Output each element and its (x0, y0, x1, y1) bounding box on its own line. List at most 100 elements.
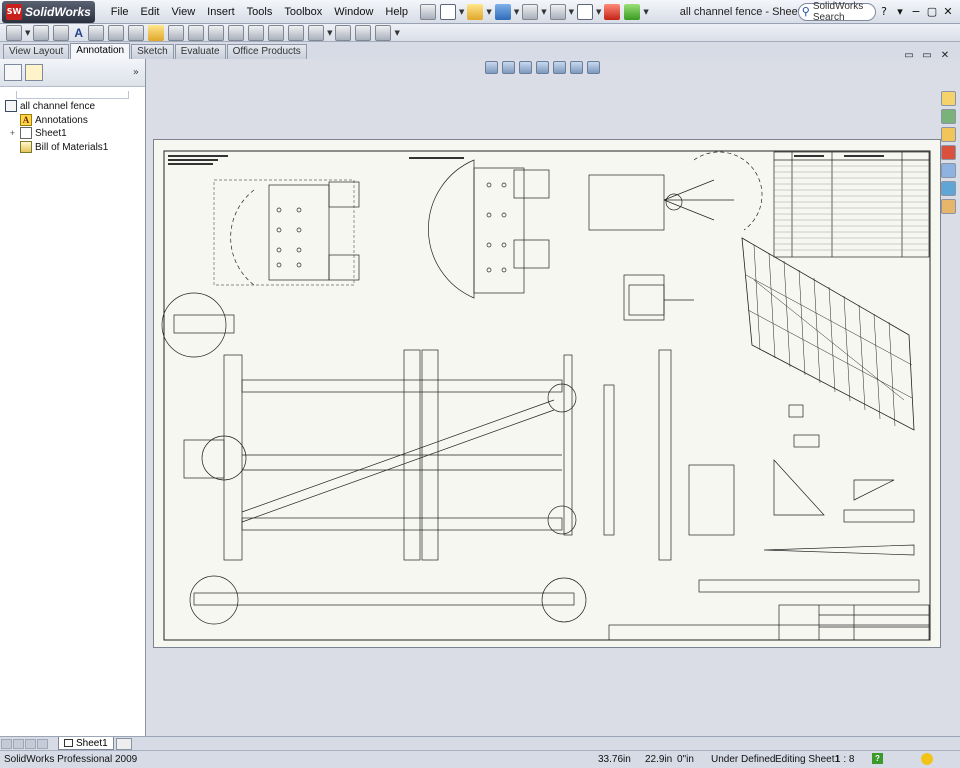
hole-callout-icon[interactable] (248, 24, 265, 41)
area-hatch-icon[interactable] (288, 24, 305, 41)
add-sheet-button[interactable] (115, 737, 132, 750)
previous-sheet-button[interactable] (13, 738, 24, 749)
help-button[interactable]: ? (876, 5, 892, 18)
open-icon[interactable] (467, 3, 484, 20)
brand-name: SolidWorks (25, 4, 91, 19)
file-explorer-icon[interactable] (941, 127, 956, 142)
view-palette-icon[interactable] (941, 163, 956, 178)
print-icon[interactable] (522, 3, 539, 20)
feature-tree-filter[interactable] (16, 91, 129, 99)
revision-symbol-icon[interactable] (268, 24, 285, 41)
auto-balloon-icon[interactable] (108, 24, 125, 41)
doc-minimize-button[interactable]: ▭ (900, 50, 918, 61)
doc-restore-button[interactable]: ▭ (918, 50, 936, 61)
rotate-view-icon[interactable] (536, 60, 549, 74)
menu-help[interactable]: Help (379, 6, 414, 18)
smart-dimension-icon[interactable] (6, 24, 22, 41)
menu-toolbox[interactable]: Toolbox (278, 6, 328, 18)
rebuild-status-icon[interactable] (921, 753, 933, 765)
centerline-icon[interactable] (355, 24, 372, 41)
model-items-icon[interactable] (33, 24, 50, 41)
datum-feature-icon[interactable] (208, 24, 225, 41)
menu-edit[interactable]: Edit (135, 6, 166, 18)
select-arrow-icon[interactable] (576, 3, 593, 20)
tab-sheet1[interactable]: Sheet1 (58, 737, 114, 750)
pin-icon[interactable] (420, 3, 437, 20)
tab-evaluate[interactable]: Evaluate (174, 44, 226, 59)
display-style-icon[interactable] (570, 60, 583, 74)
chevron-down-icon[interactable]: ▼ (569, 8, 574, 16)
help-dropdown-button[interactable]: ▾ (892, 5, 908, 18)
previous-view-icon[interactable] (519, 60, 532, 74)
blocks-icon[interactable] (308, 24, 325, 41)
expand-icon[interactable]: + (8, 128, 17, 138)
rebuild-icon[interactable] (604, 3, 621, 20)
view-settings-icon[interactable] (587, 60, 600, 74)
tree-item-bom[interactable]: Bill of Materials1 (20, 140, 108, 154)
close-button[interactable]: ✕ (940, 5, 956, 18)
expand-panel-icon[interactable]: » (133, 67, 139, 78)
tab-office-products[interactable]: Office Products (226, 44, 307, 59)
graphics-area[interactable]: ▭ ▭ ✕ (146, 50, 960, 736)
chevron-down-icon[interactable]: ▼ (541, 8, 546, 16)
chevron-down-icon[interactable]: ▼ (486, 8, 491, 16)
chevron-down-icon[interactable]: ▼ (394, 29, 399, 37)
tree-item-drawing[interactable]: all channel fence (5, 99, 95, 113)
feature-manager-header: » (0, 59, 145, 87)
zoom-to-area-icon[interactable] (502, 60, 515, 74)
balloon-icon[interactable] (88, 24, 105, 41)
center-mark-icon[interactable] (335, 24, 352, 41)
note-tool[interactable]: A (74, 26, 83, 40)
chevron-down-icon[interactable]: ▼ (514, 8, 519, 16)
solidworks-logo[interactable]: SW SolidWorks (2, 0, 95, 23)
datum-target-icon[interactable] (228, 24, 245, 41)
drawing-sheet[interactable] (153, 139, 941, 648)
design-library-icon[interactable] (941, 109, 956, 124)
magnetic-line-icon[interactable] (128, 24, 145, 41)
surface-finish-icon[interactable] (148, 24, 165, 41)
last-sheet-button[interactable] (37, 738, 48, 749)
chevron-down-icon[interactable]: ▼ (643, 8, 648, 16)
tree-item-annotations[interactable]: A Annotations (20, 113, 88, 127)
menu-bar: File Edit View Insert Tools Toolbox Wind… (105, 6, 414, 18)
doc-close-button[interactable]: ✕ (936, 50, 954, 61)
solidworks-resources-icon[interactable] (941, 91, 956, 106)
menu-view[interactable]: View (166, 6, 202, 18)
search-results-icon[interactable] (941, 145, 956, 160)
restore-button[interactable]: ▢ (924, 5, 940, 18)
chevron-down-icon[interactable]: ▼ (596, 8, 601, 16)
feature-tree-tab-icon[interactable] (4, 64, 22, 81)
quick-tips-icon[interactable]: ? (872, 753, 883, 764)
tree-item-sheet1[interactable]: + Sheet1 (8, 126, 67, 140)
menu-window[interactable]: Window (328, 6, 379, 18)
tab-view-layout[interactable]: View Layout (3, 44, 70, 59)
search-icon: ⚲ (801, 5, 810, 18)
sheet-scale[interactable]: 1 : 8 (835, 754, 854, 765)
options-icon[interactable] (624, 3, 641, 20)
appearances-icon[interactable] (941, 181, 956, 196)
property-manager-tab-icon[interactable] (25, 64, 43, 81)
menu-tools[interactable]: Tools (241, 6, 279, 18)
table-icon[interactable] (375, 24, 392, 41)
minimize-button[interactable]: − (908, 5, 924, 18)
menu-file[interactable]: File (105, 6, 135, 18)
save-icon[interactable] (494, 3, 511, 20)
undo-icon[interactable] (549, 3, 566, 20)
zoom-to-fit-icon[interactable] (485, 60, 498, 74)
first-sheet-button[interactable] (1, 738, 12, 749)
next-sheet-button[interactable] (25, 738, 36, 749)
search-box[interactable]: ⚲ SolidWorks Search (797, 1, 876, 23)
custom-properties-icon[interactable] (941, 199, 956, 214)
tab-annotation[interactable]: Annotation (70, 43, 131, 59)
chevron-down-icon[interactable]: ▼ (25, 29, 30, 37)
weld-symbol-icon[interactable] (168, 24, 185, 41)
spell-check-icon[interactable] (53, 24, 70, 41)
new-document-icon[interactable] (440, 3, 457, 20)
chevron-down-icon[interactable]: ▼ (459, 8, 464, 16)
tab-sketch[interactable]: Sketch (131, 44, 174, 59)
geometric-tolerance-icon[interactable] (188, 24, 205, 41)
view-orientation-icon[interactable] (553, 60, 566, 74)
menu-insert[interactable]: Insert (201, 6, 241, 18)
sw-logo-icon: SW (6, 3, 22, 20)
chevron-down-icon[interactable]: ▼ (327, 29, 332, 37)
